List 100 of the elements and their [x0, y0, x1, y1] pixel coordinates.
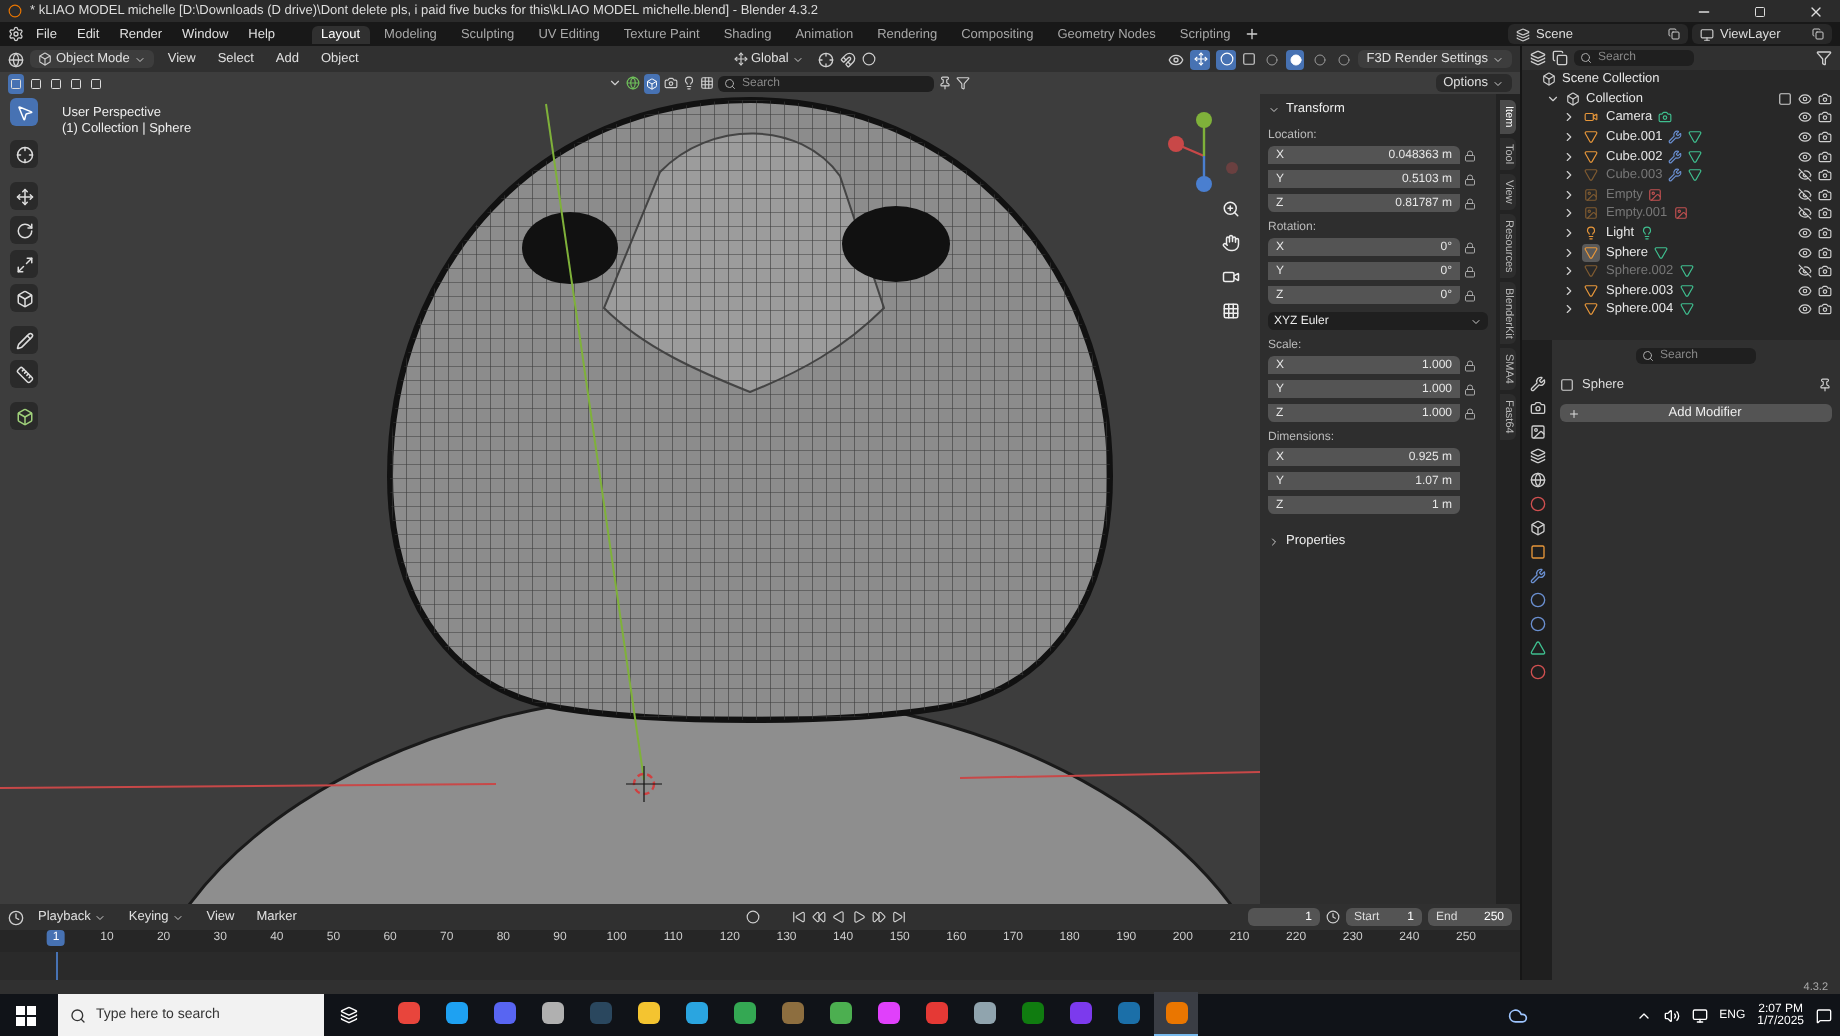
cube-icon	[15, 289, 33, 307]
render-icon[interactable]	[1818, 264, 1832, 279]
render-icon[interactable]	[1818, 245, 1832, 260]
lock-icon[interactable]	[1464, 150, 1476, 162]
annotate-tool[interactable]	[10, 326, 38, 354]
lock-icon[interactable]	[1464, 360, 1476, 372]
eye-closed-icon[interactable]	[1798, 206, 1812, 221]
object-tab-icon[interactable]	[1529, 544, 1545, 560]
physics-tab-icon[interactable]	[1529, 616, 1545, 632]
lock-icon[interactable]	[1464, 242, 1476, 254]
xray-icon[interactable]	[1242, 52, 1257, 66]
render-icon[interactable]	[1818, 110, 1832, 125]
snap-icon[interactable]	[840, 51, 857, 67]
editor-type-icon[interactable]	[8, 51, 24, 67]
move-tool[interactable]	[10, 182, 38, 210]
next-keyframe-icon[interactable]	[872, 910, 887, 924]
search-icon	[724, 77, 736, 89]
pin-icon[interactable]	[1818, 378, 1832, 392]
render-icon[interactable]	[1818, 168, 1832, 183]
visibility-icon[interactable]	[1168, 51, 1185, 67]
eye-icon[interactable]	[1798, 110, 1812, 125]
caret-icon	[1268, 535, 1280, 547]
play-reverse-icon[interactable]	[832, 910, 847, 924]
eye-icon[interactable]	[1798, 130, 1812, 145]
add-cube-tool[interactable]	[10, 402, 38, 430]
copy-icon	[1812, 28, 1824, 40]
measure-tool[interactable]	[10, 360, 38, 388]
render-icon[interactable]	[1818, 302, 1832, 317]
render-icon[interactable]	[1818, 149, 1832, 164]
jump-start-icon[interactable]	[792, 910, 807, 924]
eye-icon[interactable]	[1798, 149, 1812, 164]
previous-keyframe-icon[interactable]	[812, 910, 827, 924]
app-menu-icon[interactable]	[8, 26, 24, 42]
eye-closed-icon[interactable]	[1798, 187, 1812, 202]
shading-mode-button[interactable]	[1286, 49, 1305, 69]
material-tab-icon[interactable]	[1529, 664, 1545, 680]
view-layer-tab-icon[interactable]	[1529, 448, 1545, 464]
start-button[interactable]	[16, 1005, 36, 1025]
filter-icon[interactable]	[956, 76, 970, 90]
volume-icon[interactable]	[1663, 1007, 1680, 1023]
scene-tab-icon[interactable]	[1529, 472, 1545, 488]
eye-closed-icon[interactable]	[1798, 168, 1812, 183]
tool-tab-icon[interactable]	[1529, 376, 1545, 392]
particles-tab-icon[interactable]	[1529, 592, 1545, 608]
cursor-tool[interactable]	[10, 140, 38, 168]
network-icon[interactable]	[1691, 1007, 1708, 1023]
square-icon	[70, 77, 82, 89]
crosshair-icon	[15, 145, 33, 163]
render-icon[interactable]	[1818, 130, 1832, 145]
select-mode-button[interactable]	[48, 73, 64, 93]
render-icon[interactable]	[1818, 283, 1832, 298]
select-tool[interactable]	[10, 98, 38, 126]
eye-icon[interactable]	[1798, 245, 1812, 260]
lock-icon[interactable]	[1464, 174, 1476, 186]
lock-icon[interactable]	[1464, 198, 1476, 210]
data-tab-icon[interactable]	[1529, 640, 1545, 656]
eye-closed-icon[interactable]	[1798, 264, 1812, 279]
gizmo-toggle[interactable]	[1190, 49, 1211, 69]
lock-icon[interactable]	[1464, 290, 1476, 302]
eye-icon[interactable]	[1798, 302, 1812, 317]
display-mode-icon[interactable]	[1530, 50, 1546, 66]
empty-object-icon	[1584, 206, 1598, 221]
render-icon[interactable]	[1818, 91, 1832, 106]
render-icon[interactable]	[1818, 206, 1832, 221]
world-tab-icon[interactable]	[1529, 496, 1545, 512]
collection-tab-icon[interactable]	[1529, 520, 1545, 536]
select-mode-button[interactable]	[88, 73, 104, 93]
eye-icon[interactable]	[1798, 226, 1812, 241]
record-icon[interactable]	[746, 910, 761, 924]
modifier-tab-icon[interactable]	[1529, 568, 1545, 584]
pivot-icon[interactable]	[818, 51, 835, 67]
taskbar-app-button[interactable]	[1154, 992, 1198, 1036]
clock-icon[interactable]	[1326, 910, 1340, 924]
play-icon[interactable]	[852, 910, 867, 924]
filter-icon[interactable]	[1816, 50, 1832, 66]
select-mode-button[interactable]	[68, 73, 84, 93]
overlay-toggle[interactable]	[1216, 49, 1237, 69]
proportional-edit-icon[interactable]	[862, 52, 877, 66]
eye-icon[interactable]	[1798, 283, 1812, 298]
lock-icon[interactable]	[1464, 384, 1476, 396]
output-tab-icon[interactable]	[1529, 424, 1545, 440]
render-tab-icon[interactable]	[1529, 400, 1545, 416]
eye-icon[interactable]	[1798, 91, 1812, 106]
render-icon[interactable]	[1818, 226, 1832, 241]
navigation-gizmo-icon[interactable]	[1168, 112, 1238, 192]
add-workspace-icon[interactable]	[1244, 26, 1261, 42]
render-icon[interactable]	[1818, 187, 1832, 202]
rotate-tool[interactable]	[10, 216, 38, 244]
filter-button[interactable]	[644, 73, 660, 93]
notification-icon[interactable]	[1816, 1007, 1832, 1023]
lock-icon[interactable]	[1464, 408, 1476, 420]
jump-end-icon[interactable]	[892, 910, 907, 924]
select-mode-button[interactable]	[8, 73, 24, 93]
checkbox-icon[interactable]	[1778, 91, 1792, 106]
select-mode-button[interactable]	[28, 73, 44, 93]
lock-icon[interactable]	[1464, 266, 1476, 278]
scale-tool[interactable]	[10, 250, 38, 278]
zoom-icon	[1221, 199, 1239, 217]
transform-tool[interactable]	[10, 284, 38, 312]
editor-type-icon[interactable]	[8, 909, 24, 925]
